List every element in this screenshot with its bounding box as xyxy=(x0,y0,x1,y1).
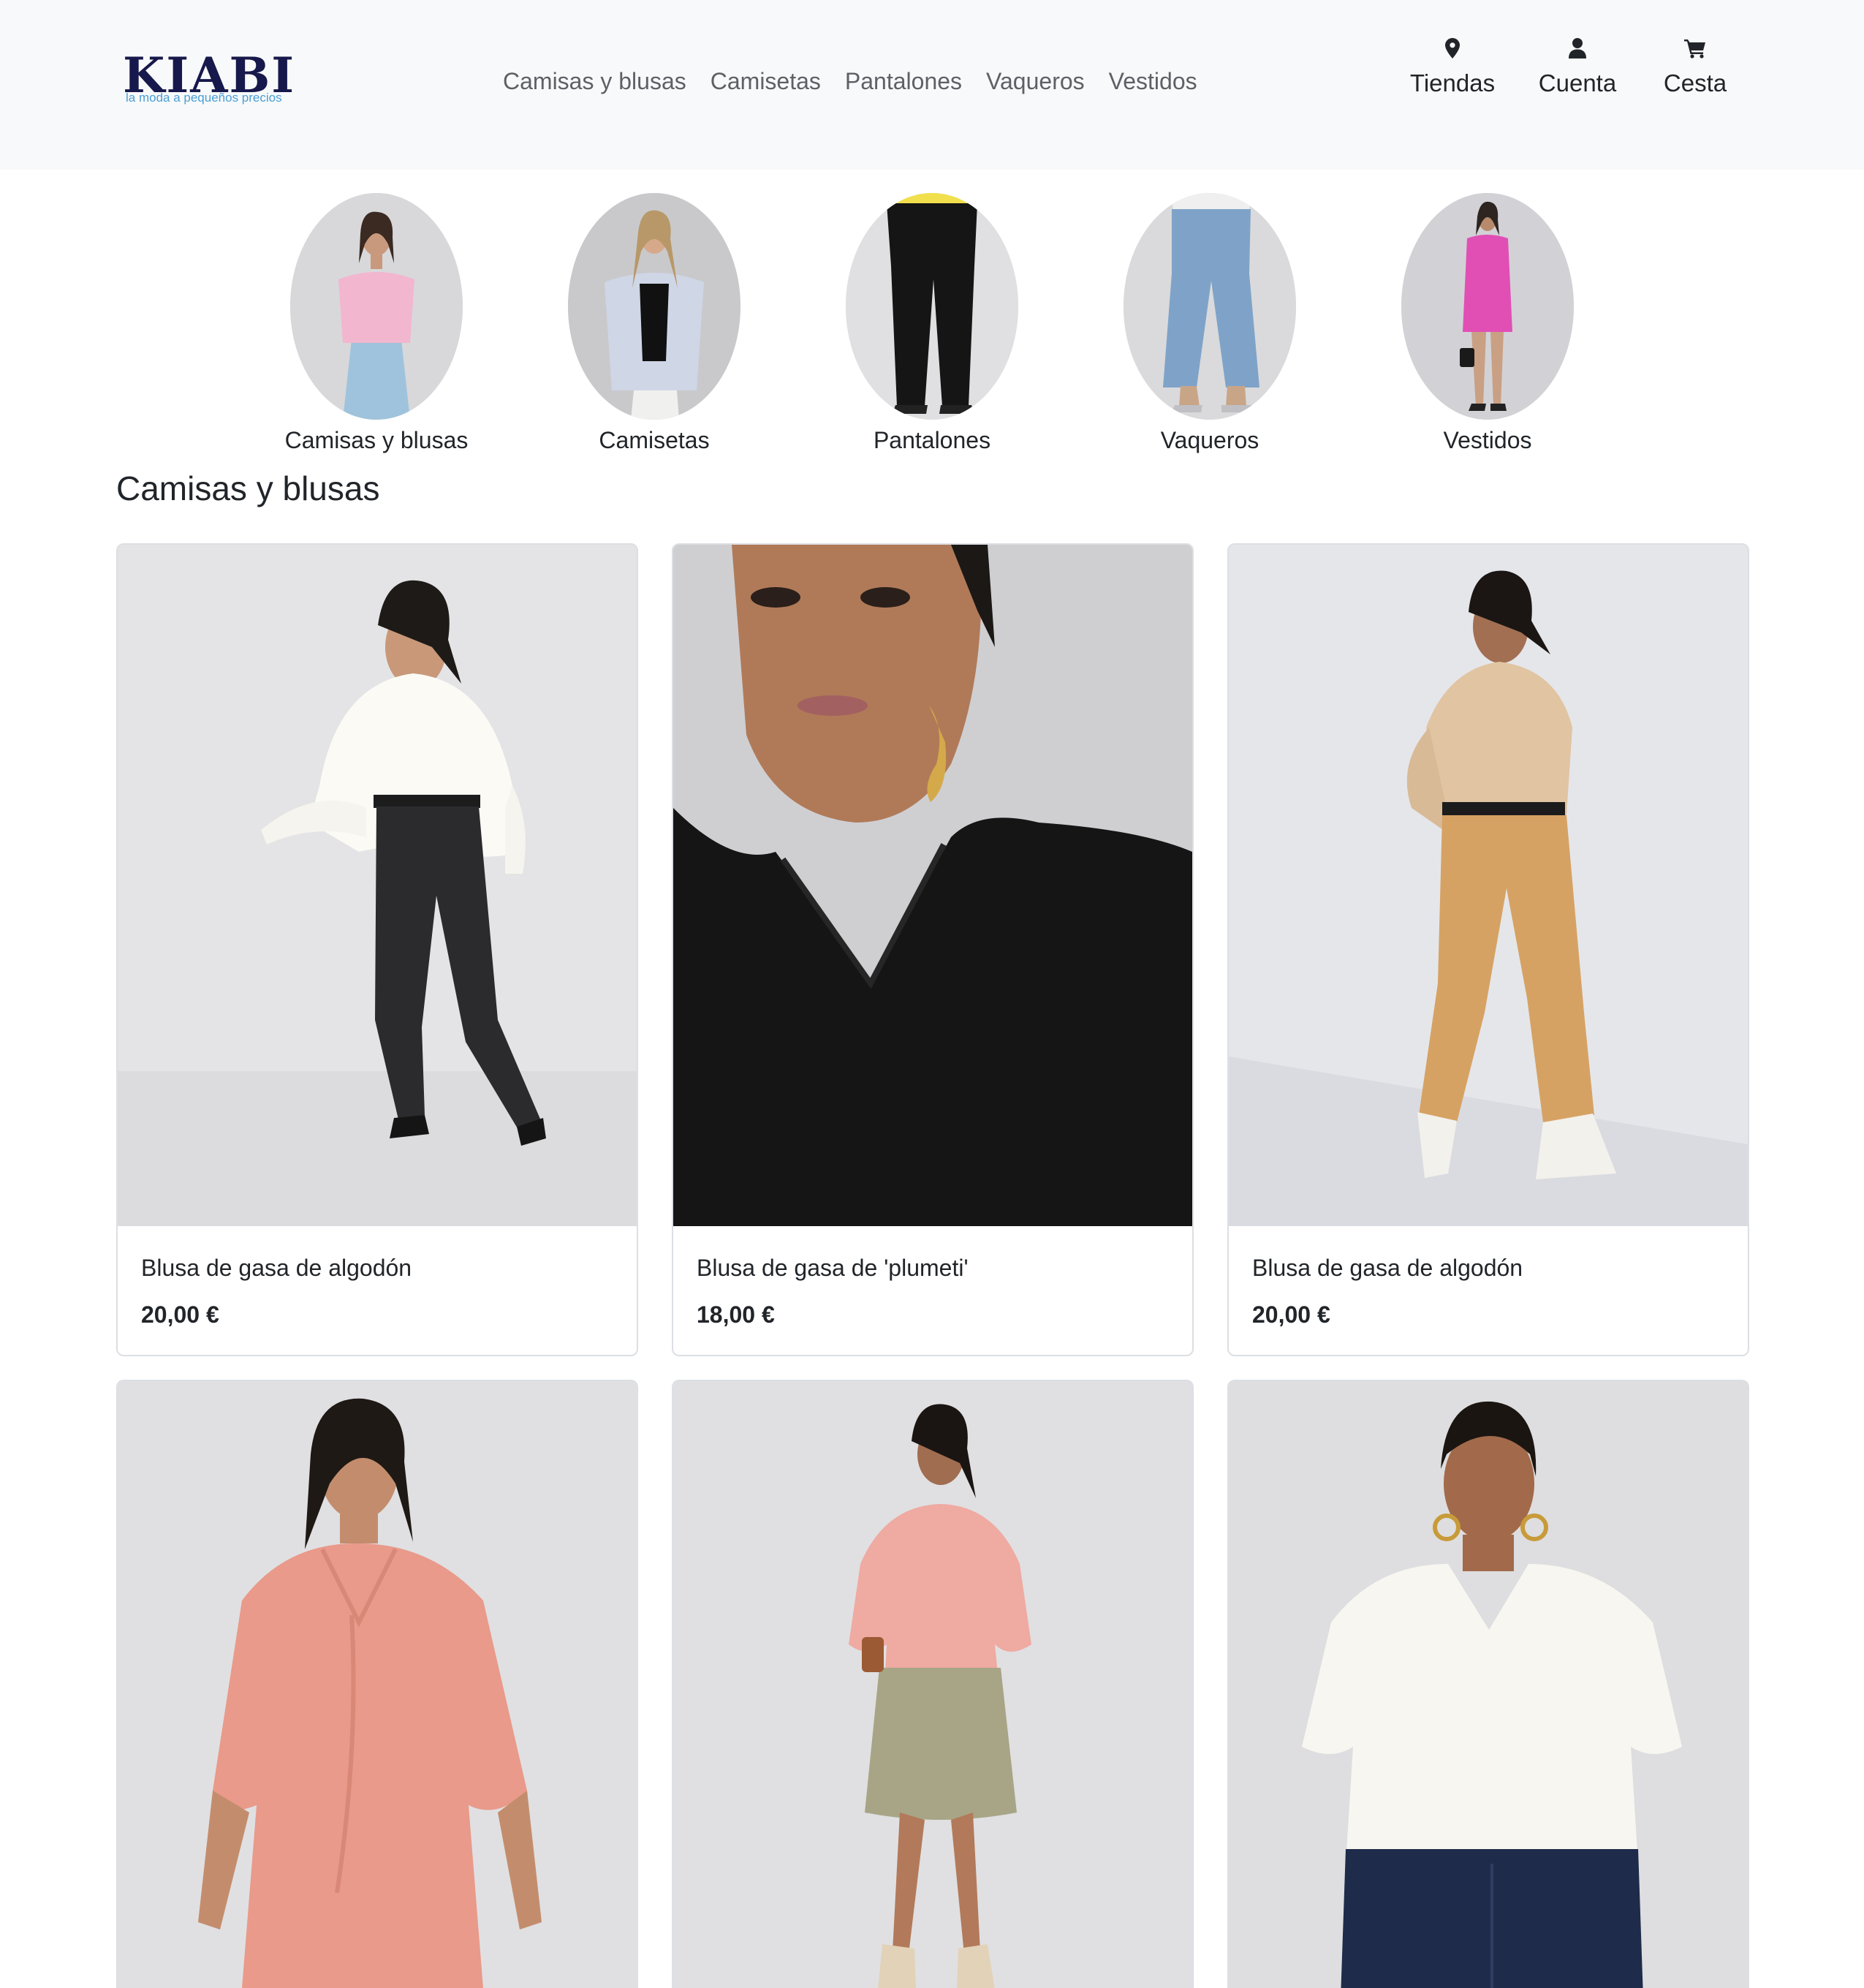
product-card[interactable]: Blusa de gasa de 'plumeti' 18,00 € xyxy=(672,543,1194,1356)
category-pantalones[interactable]: Pantalones xyxy=(822,193,1042,455)
nav-link-vaqueros[interactable]: Vaqueros xyxy=(986,64,1085,98)
product-price: 20,00 € xyxy=(1252,1301,1330,1328)
product-card[interactable] xyxy=(116,1380,638,1988)
category-image xyxy=(846,193,1018,420)
product-card[interactable]: Blusa de gasa de algodón 20,00 € xyxy=(116,543,638,1356)
category-camisetas[interactable]: Camisetas xyxy=(545,193,764,455)
cart-link[interactable]: Cesta xyxy=(1655,38,1735,99)
logo-tagline: la moda a pequeños precios xyxy=(126,91,282,105)
category-vaqueros[interactable]: Vaqueros xyxy=(1100,193,1319,455)
nav-link-camisetas[interactable]: Camisetas xyxy=(711,64,821,98)
product-image[interactable] xyxy=(1229,1381,1748,1988)
nav-link-vestidos[interactable]: Vestidos xyxy=(1109,64,1197,98)
stores-link[interactable]: Tiendas xyxy=(1405,38,1500,99)
product-card[interactable]: Blusa de gasa de algodón 20,00 € xyxy=(1227,543,1749,1356)
category-image xyxy=(1124,193,1296,420)
account-label: Cuenta xyxy=(1538,69,1617,97)
product-image[interactable] xyxy=(1229,545,1748,1226)
product-card[interactable] xyxy=(672,1380,1194,1988)
nav-link-pantalones[interactable]: Pantalones xyxy=(845,64,962,98)
product-name[interactable]: Blusa de gasa de algodón xyxy=(1252,1252,1523,1283)
category-label: Camisetas xyxy=(599,427,710,453)
category-label: Camisas y blusas xyxy=(284,427,469,453)
category-label: Pantalones xyxy=(873,427,991,453)
product-card[interactable] xyxy=(1227,1380,1749,1988)
product-name[interactable]: Blusa de gasa de algodón xyxy=(141,1252,412,1283)
kiabi-logo[interactable]: KIABI la moda a pequeños precios xyxy=(123,51,294,110)
account-link[interactable]: Cuenta xyxy=(1534,38,1621,99)
product-image[interactable] xyxy=(118,545,637,1226)
nav-link-camisas-y-blusas[interactable]: Camisas y blusas xyxy=(503,64,686,98)
category-label: Vaqueros xyxy=(1160,427,1259,453)
product-image[interactable] xyxy=(673,1381,1192,1988)
product-info: Blusa de gasa de algodón 20,00 € xyxy=(118,1226,637,1355)
cart-label: Cesta xyxy=(1663,69,1727,97)
stores-label: Tiendas xyxy=(1409,69,1496,97)
product-info: Blusa de gasa de algodón 20,00 € xyxy=(1229,1226,1748,1355)
map-marker-icon xyxy=(1405,38,1500,67)
section-title: Camisas y blusas xyxy=(116,469,380,507)
shopping-cart-icon xyxy=(1655,38,1735,67)
user-icon xyxy=(1534,38,1621,67)
category-camisas-y-blusas[interactable]: Camisas y blusas xyxy=(267,193,486,455)
category-image xyxy=(290,193,463,420)
main-nav: Camisas y blusas Camisetas Pantalones Va… xyxy=(503,64,1197,98)
category-image xyxy=(1401,193,1574,420)
category-image xyxy=(568,193,740,420)
site-header: KIABI la moda a pequeños precios Camisas… xyxy=(0,0,1864,170)
category-label: Vestidos xyxy=(1443,427,1532,453)
product-name[interactable]: Blusa de gasa de 'plumeti' xyxy=(697,1252,969,1283)
product-info: Blusa de gasa de 'plumeti' 18,00 € xyxy=(673,1226,1192,1355)
category-vestidos[interactable]: Vestidos xyxy=(1378,193,1597,455)
product-image[interactable] xyxy=(673,545,1192,1226)
product-price: 18,00 € xyxy=(697,1301,775,1328)
product-image[interactable] xyxy=(118,1381,637,1988)
product-price: 20,00 € xyxy=(141,1301,219,1328)
